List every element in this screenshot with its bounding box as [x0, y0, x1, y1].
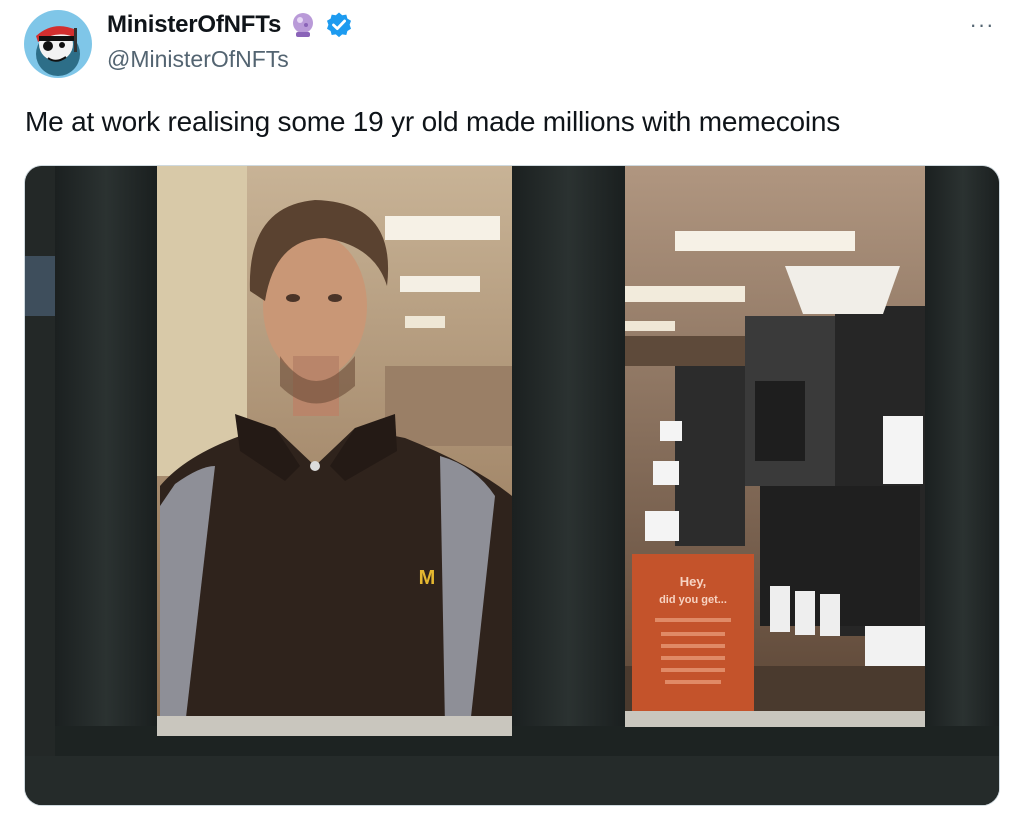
crystal-ball-icon: [289, 11, 317, 39]
author-handle[interactable]: @MinisterOfNFTs: [107, 46, 289, 73]
sign-line-2: did you get...: [659, 594, 727, 606]
shirt-logo: M: [419, 567, 436, 589]
avatar-image: [24, 10, 92, 78]
tweet: MinisterOfNFTs @MinisterOfNFTs ··· Me at…: [0, 0, 1024, 831]
more-options-button[interactable]: ···: [962, 8, 1002, 42]
verified-badge-icon[interactable]: [325, 11, 353, 39]
tweet-media-image[interactable]: Hey, did you get... M: [24, 165, 1000, 806]
author-display-name[interactable]: MinisterOfNFTs: [107, 11, 281, 39]
meme-photo: Hey, did you get... M: [25, 166, 999, 805]
avatar[interactable]: [24, 10, 92, 78]
tweet-text: Me at work realising some 19 yr old made…: [25, 106, 841, 137]
sign-line-1: Hey,: [680, 574, 707, 589]
author-row: MinisterOfNFTs: [107, 8, 353, 42]
more-options-icon: ···: [969, 12, 995, 37]
